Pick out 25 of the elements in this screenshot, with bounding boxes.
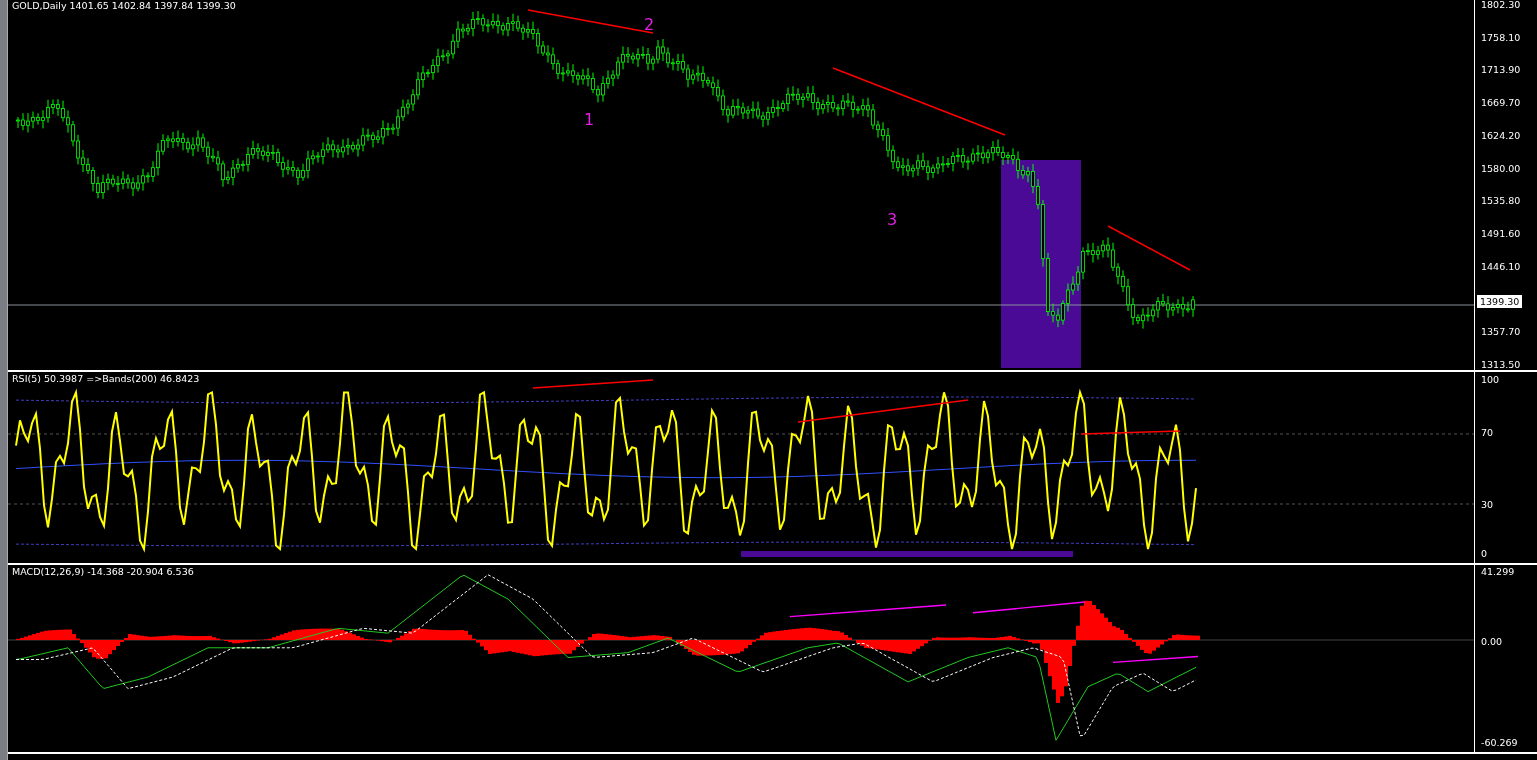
indicator-title: RSI(5) 50.3987 =>Bands(200) 46.8423 [12, 373, 200, 384]
axis-label: 1669.70 [1481, 96, 1521, 108]
axis-label: 1624.20 [1481, 130, 1521, 142]
axis-label: 100 [1481, 374, 1500, 385]
axis-label: 0 [1481, 548, 1488, 559]
wave-label: 1 [584, 110, 595, 129]
axis-label: 0.00 [1481, 636, 1503, 647]
axis-label: 1713.90 [1481, 64, 1521, 76]
chart-title: GOLD,Daily 1401.65 1402.84 1397.84 1399.30 [12, 0, 236, 11]
axis-label: 1357.70 [1481, 326, 1521, 338]
axis-label: 1535.80 [1481, 195, 1521, 207]
axis-label: 1580.00 [1481, 162, 1521, 174]
axis-label: 1758.10 [1481, 31, 1521, 43]
axis-label: 1446.10 [1481, 261, 1521, 273]
axis-label: -60.269 [1481, 737, 1518, 748]
axis-label: 70 [1481, 427, 1494, 438]
axis-label: 30 [1481, 499, 1494, 510]
indicator-title: MACD(12,26,9) -14.368 -20.904 6.536 [12, 566, 194, 577]
axis-label: 1491.60 [1481, 227, 1521, 239]
wave-label: 2 [644, 15, 655, 34]
axis-label: 1313.50 [1481, 359, 1521, 370]
current-price-label: 1399.30 [1477, 294, 1523, 308]
axis-label: 1802.30 [1481, 0, 1521, 10]
axis-label: 41.299 [1481, 566, 1515, 577]
wave-label: 3 [887, 210, 898, 229]
